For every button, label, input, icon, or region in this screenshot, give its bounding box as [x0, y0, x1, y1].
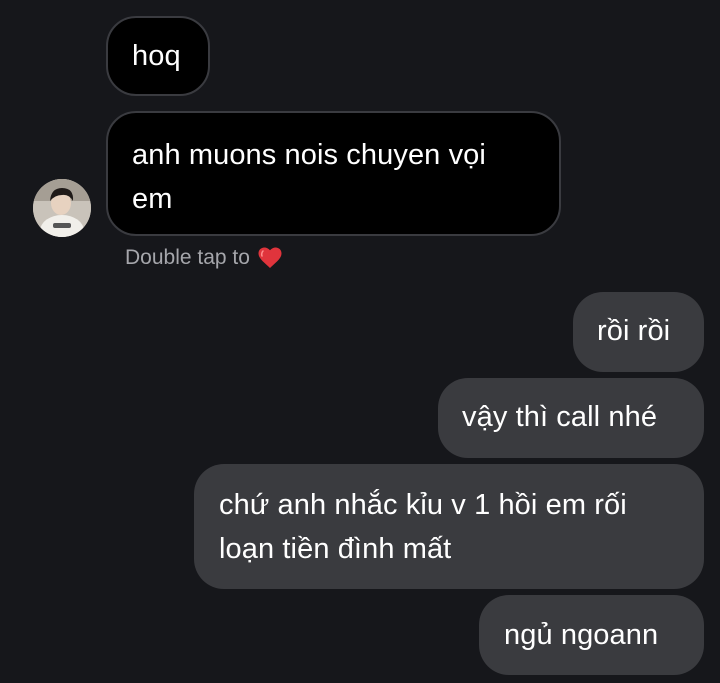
message-text: rồi rồi	[597, 315, 671, 347]
reaction-hint-text: Double tap to	[125, 246, 250, 269]
reaction-hint: Double tap to	[125, 244, 282, 272]
message-text: ngủ ngoann	[504, 619, 659, 651]
incoming-message[interactable]: anh muons nois chuyen vọi em	[106, 111, 561, 236]
outgoing-message[interactable]: ngủ ngoann	[479, 595, 704, 675]
message-text: anh muons nois chuyen vọi	[132, 139, 486, 171]
avatar[interactable]	[33, 179, 91, 237]
outgoing-message[interactable]: rồi rồi	[573, 292, 704, 372]
message-text: vậy thì call nhé	[462, 401, 658, 433]
message-text: chứ anh nhắc kỉu v 1 hồi em rối	[219, 489, 627, 521]
message-text: hoq	[132, 40, 181, 72]
outgoing-message[interactable]: chứ anh nhắc kỉu v 1 hồi em rối loạn tiề…	[194, 464, 704, 589]
avatar-image	[33, 179, 91, 237]
incoming-message[interactable]: hoq	[106, 16, 210, 96]
outgoing-message[interactable]: vậy thì call nhé	[438, 378, 704, 458]
heart-icon[interactable]	[258, 247, 282, 269]
message-text: loạn tiền đình mất	[219, 533, 452, 565]
message-text: em	[132, 183, 173, 215]
